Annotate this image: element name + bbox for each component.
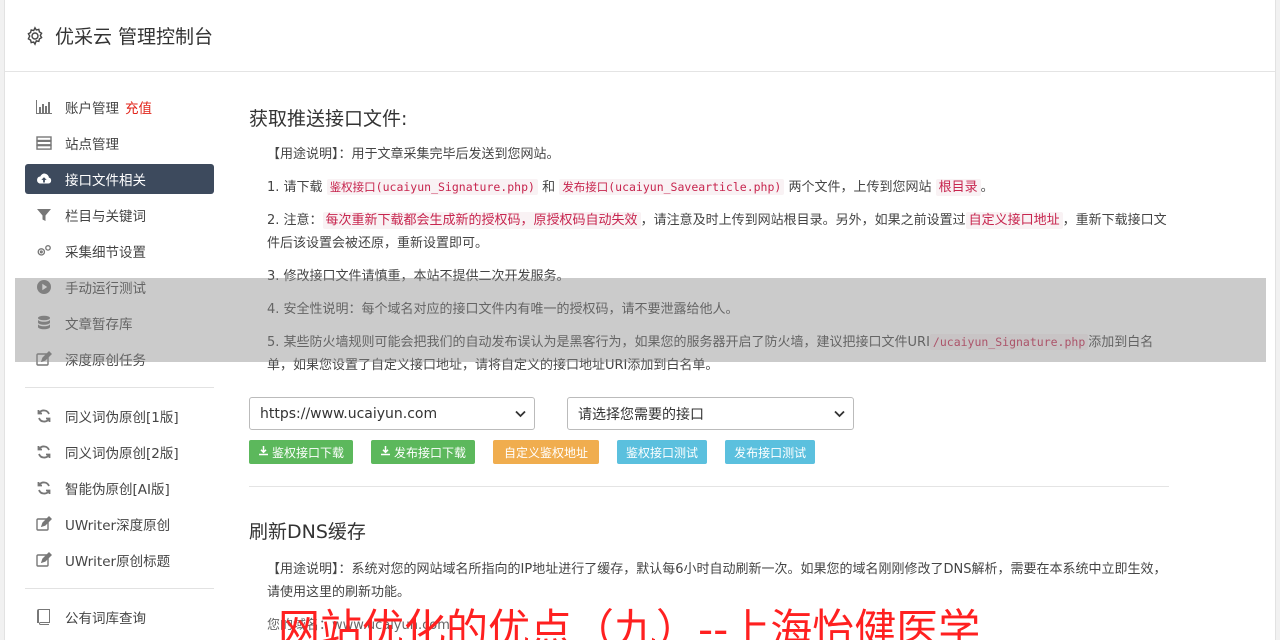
download-signature-button[interactable]: 鉴权接口下载 [249,440,354,464]
top-header: 优采云 管理控制台 [5,0,1275,72]
custom-address-mark: 自定义接口地址 [965,212,1063,229]
watermark-caption: 网站优化的优点（九）--上海怡健医学 [278,605,981,640]
sidebar-item-label: 同义词伪原创[1版] [65,410,179,426]
sidebar-item-synonym-v2[interactable]: 同义词伪原创[2版] [25,437,214,467]
sidebar-item-api-files[interactable]: 接口文件相关 [25,164,214,194]
sidebar-item-label: 采集细节设置 [65,245,146,261]
filter-icon [36,207,52,223]
custom-signature-address-button[interactable]: 自定义鉴权地址 [493,440,600,464]
download-icon [380,445,391,459]
sidebar-item-label: UWriter深度原创 [65,518,171,534]
test-signature-button[interactable]: 鉴权接口测试 [617,440,708,464]
api-select[interactable]: 请选择您需要的接口 [567,397,854,430]
app-frame: 优采云 管理控制台 账户管理 充值 站点管理 接口文件相关 栏目与关键词 采集细… [4,0,1276,640]
section-divider [249,486,1169,487]
instruction-3: 3. 修改接口文件请慎重，本站不提供二次开发服务。 [267,269,570,284]
server-icon [36,135,52,151]
sidebar-item-label: 站点管理 [65,137,119,153]
gear-icon [25,25,45,46]
sidebar-item-columns-keywords[interactable]: 栏目与关键词 [25,200,214,230]
instruction-5: 5. 某些防火墙规则可能会把我们的自动发布误认为是黑客行为，如果您的服务器开启了… [267,334,1154,373]
sidebar-item-label: 文章暂存库 [65,317,133,333]
download-icon [258,445,269,459]
cloud-upload-icon [36,171,52,187]
book-icon [36,609,52,625]
refresh-icon [36,444,52,460]
site-select[interactable]: https://www.ucaiyun.com [249,397,535,430]
warning-mark: 每次重新下载都会生成新的授权码，原授权码自动失效 [322,212,641,229]
sidebar: 账户管理 充值 站点管理 接口文件相关 栏目与关键词 采集细节设置 手动运行测试… [25,92,214,638]
console-title: 优采云 管理控制台 [55,26,214,48]
signature-filename: 鉴权接口(ucaiyun_Signature.php) [326,179,538,195]
edit-icon [36,516,52,532]
refresh-icon [36,480,52,496]
edit-icon [36,552,52,568]
sidebar-item-label: 手动运行测试 [65,281,146,297]
download-publish-button[interactable]: 发布接口下载 [371,440,476,464]
sidebar-item-collect-settings[interactable]: 采集细节设置 [25,236,214,266]
sidebar-item-label: 接口文件相关 [65,173,146,189]
sidebar-item-ai-original[interactable]: 智能伪原创[AI版] [25,473,214,503]
sidebar-item-article-store[interactable]: 文章暂存库 [25,308,214,338]
sidebar-item-label: 智能伪原创[AI版] [65,482,170,498]
main-content: 获取推送接口文件: 【用途说明】：用于文章采集完毕后发送到您网站。 1. 请下载… [249,100,1169,637]
sidebar-divider [25,387,214,388]
sidebar-item-label: 同义词伪原创[2版] [65,446,179,462]
sidebar-item-manual-run[interactable]: 手动运行测试 [25,272,214,302]
sidebar-item-account[interactable]: 账户管理 充值 [25,92,214,122]
database-icon [36,315,52,331]
gears-icon [36,243,52,259]
sidebar-item-label: 栏目与关键词 [65,209,146,225]
action-buttons: 鉴权接口下载 发布接口下载 自定义鉴权地址 鉴权接口测试 发布接口测试 [249,440,1169,464]
instruction-1: 1. 请下载 鉴权接口(ucaiyun_Signature.php) 和 发布接… [267,179,994,196]
sidebar-item-synonym-v1[interactable]: 同义词伪原创[1版] [25,401,214,431]
section-title-api-files: 获取推送接口文件: [249,108,408,130]
section-title-dns: 刷新DNS缓存 [249,521,366,543]
sidebar-item-label: 账户管理 [65,101,119,117]
sidebar-item-label: 公有词库查询 [65,611,146,627]
refresh-icon [36,408,52,424]
sidebar-item-uwriter-deep[interactable]: UWriter深度原创 [25,509,214,539]
instruction-2: 2. 注意： 每次重新下载都会生成新的授权码，原授权码自动失效 ，请注意及时上传到网… [267,212,1167,251]
recharge-link[interactable]: 充值 [125,97,152,117]
sidebar-item-public-dictionary[interactable]: 公有词库查询 [25,602,214,632]
usage-note: 【用途说明】：用于文章采集完毕后发送到您网站。 [267,147,560,162]
play-circle-icon [36,279,52,295]
chevron-down-icon [515,406,526,422]
bar-chart-icon [36,99,52,115]
root-dir-mark: 根目录 [935,179,981,196]
chevron-down-icon [834,406,845,422]
sidebar-item-deep-original[interactable]: 深度原创任务 [25,344,214,374]
sidebar-item-sites[interactable]: 站点管理 [25,128,214,158]
savearticle-filename: 发布接口(ucaiyun_Savearticle.php) [559,179,785,195]
sidebar-item-uwriter-title[interactable]: UWriter原创标题 [25,545,214,575]
test-publish-button[interactable]: 发布接口测试 [725,440,816,464]
sidebar-divider [25,588,214,589]
signature-uri: /ucaiyun_Signature.php [929,334,1089,350]
select-row: https://www.ucaiyun.com 请选择您需要的接口 [249,397,1169,430]
edit-icon [36,351,52,367]
sidebar-item-label: 深度原创任务 [65,353,146,369]
instruction-4: 4. 安全性说明：每个域名对应的接口文件内有唯一的授权码，请不要泄露给他人。 [267,302,739,317]
sidebar-item-label: UWriter原创标题 [65,554,171,570]
